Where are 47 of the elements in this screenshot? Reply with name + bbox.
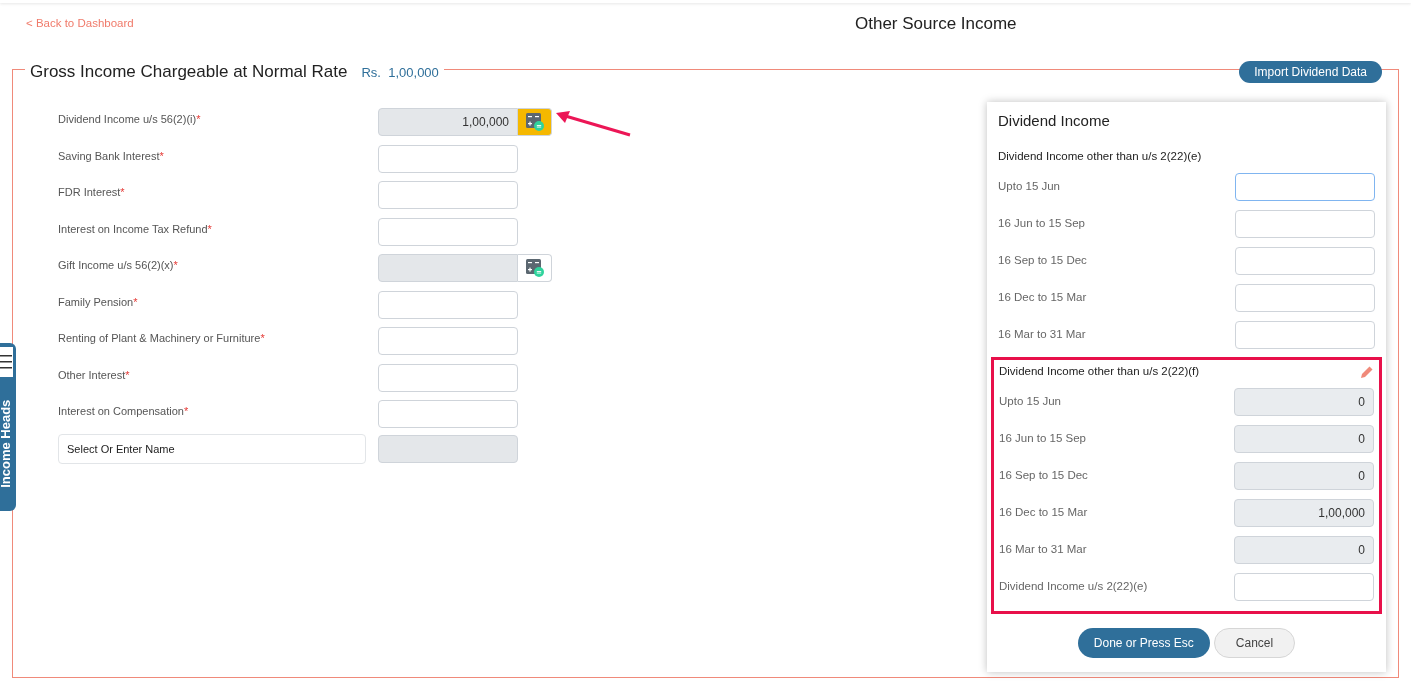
- amount-field[interactable]: [378, 217, 518, 246]
- section-title: Gross Income Chargeable at Normal Rate: [30, 61, 348, 83]
- field-label: FDR Interest*: [58, 185, 126, 200]
- period-label: 16 Jun to 15 Sep: [999, 431, 1086, 447]
- field-label: Other Interest*: [58, 367, 131, 383]
- field-label: Dividend Income u/s 56(2)(i)*: [58, 112, 202, 127]
- cancel-button[interactable]: Cancel: [1213, 627, 1296, 658]
- field-label: Interest on Income Tax Refund*: [58, 221, 213, 237]
- amount-field[interactable]: [1235, 321, 1375, 349]
- group-heading: Dividend Income other than u/s 2(22)(f): [999, 363, 1200, 379]
- page-title: Other Source Income: [855, 13, 1017, 36]
- period-label: Dividend Income u/s 2(22)(e): [999, 579, 1148, 595]
- period-label: 16 Dec to 15 Mar: [998, 290, 1087, 306]
- import-button[interactable]: Import Dividend Data: [1239, 61, 1382, 83]
- field-label: Interest on Compensation*: [58, 404, 190, 419]
- dialog-title: Dividend Income: [997, 111, 1111, 131]
- side-tab[interactable]: Income Heads: [0, 343, 16, 511]
- pencil-icon[interactable]: [1360, 364, 1374, 379]
- field-label: Renting of Plant & Machinery or Furniture*: [58, 331, 266, 346]
- amount-field[interactable]: [378, 400, 518, 428]
- calculator-icon: [524, 258, 545, 278]
- calculator-icon: [524, 112, 545, 132]
- period-label: 16 Dec to 15 Mar: [999, 505, 1088, 521]
- period-label: Upto 15 Jun: [999, 394, 1061, 410]
- amount-field[interactable]: [1235, 284, 1375, 312]
- period-label: 16 Mar to 31 Mar: [998, 327, 1086, 343]
- group-heading: Dividend Income other than u/s 2(22)(e): [998, 148, 1202, 164]
- period-label: 16 Sep to 15 Dec: [998, 253, 1087, 269]
- amount-field[interactable]: [378, 327, 518, 355]
- field-label: Family Pension*: [58, 294, 139, 310]
- field-label: Saving Bank Interest*: [58, 148, 165, 164]
- period-label: 16 Sep to 15 Dec: [999, 468, 1088, 484]
- amount-field[interactable]: [378, 290, 518, 319]
- amount-field[interactable]: [378, 181, 518, 209]
- amount-field[interactable]: [1235, 173, 1375, 201]
- period-label: 16 Mar to 31 Mar: [999, 542, 1087, 558]
- period-label: 16 Jun to 15 Sep: [998, 216, 1085, 232]
- menu-icon: [0, 347, 13, 377]
- section-total: Rs. 1,00,000: [361, 64, 439, 82]
- amount-field[interactable]: [1235, 210, 1375, 238]
- period-label: Upto 15 Jun: [998, 179, 1060, 195]
- done-button[interactable]: Done or Press Esc: [1077, 627, 1210, 658]
- amount-field[interactable]: [1234, 573, 1374, 601]
- amount-field[interactable]: [378, 363, 518, 392]
- amount-field[interactable]: [378, 144, 518, 173]
- field-label: Gift Income u/s 56(2)(x)*: [58, 258, 179, 273]
- amount-field[interactable]: [1235, 247, 1375, 275]
